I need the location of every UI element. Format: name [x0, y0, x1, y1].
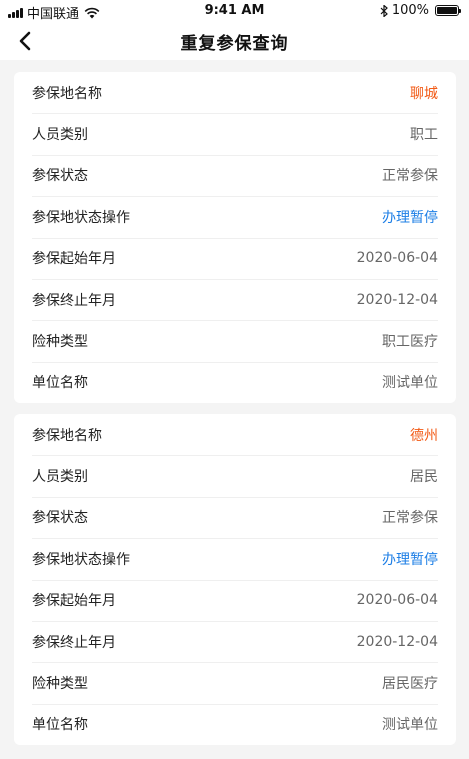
info-row: 单位名称 测试单位: [14, 703, 456, 745]
info-row: 参保地状态操作 办理暂停: [14, 196, 456, 237]
row-label: 险种类型: [32, 334, 88, 351]
row-value: 测试单位: [382, 375, 438, 392]
info-row: 险种类型 居民医疗: [14, 662, 456, 703]
info-row: 人员类别 职工: [14, 113, 456, 154]
status-right: 100%: [380, 3, 461, 18]
row-value: 职工医疗: [382, 334, 438, 351]
info-row: 参保终止年月 2020-12-04: [14, 620, 456, 662]
info-row: 人员类别 居民: [14, 455, 456, 496]
info-row: 单位名称 测试单位: [14, 361, 456, 403]
row-value: 正常参保: [382, 510, 438, 527]
row-value: 测试单位: [382, 717, 438, 734]
info-row: 参保起始年月 2020-06-04: [14, 237, 456, 279]
row-value: 正常参保: [382, 168, 438, 185]
row-value: 2020-06-04: [356, 250, 438, 267]
info-row: 参保地名称 聊城: [14, 72, 456, 113]
nav-bar: 重复参保查询: [0, 22, 469, 60]
bluetooth-icon: [380, 4, 388, 17]
insurance-record-card: 参保地名称 聊城 人员类别 职工 参保状态 正常参保 参保地状态操作 办理暂停 …: [14, 72, 456, 404]
insurance-record-card: 参保地名称 德州 人员类别 居民 参保状态 正常参保 参保地状态操作 办理暂停 …: [14, 414, 456, 746]
info-row: 参保终止年月 2020-12-04: [14, 278, 456, 320]
row-value: 居民医疗: [382, 676, 438, 693]
row-label: 参保地名称: [32, 85, 102, 102]
battery-icon: [435, 5, 461, 16]
row-label: 单位名称: [32, 717, 88, 734]
row-label: 单位名称: [32, 375, 88, 392]
row-value: 2020-06-04: [356, 592, 438, 609]
suspend-action-link[interactable]: 办理暂停: [382, 549, 438, 569]
suspend-action-link[interactable]: 办理暂停: [382, 207, 438, 227]
page-title: 重复参保查询: [180, 34, 289, 54]
row-label: 人员类别: [32, 469, 88, 486]
row-label: 人员类别: [32, 127, 88, 144]
info-row: 险种类型 职工医疗: [14, 320, 456, 361]
row-value: 2020-12-04: [356, 633, 438, 650]
row-label: 参保状态: [32, 510, 88, 527]
info-row: 参保地状态操作 办理暂停: [14, 538, 456, 579]
row-value: 职工: [410, 127, 438, 144]
info-row: 参保状态 正常参保: [14, 496, 456, 538]
screen: 中国联通 9:41 AM 100% 重复参保查询 参保地名称 聊城 人员类别 职…: [0, 0, 469, 759]
row-value: 2020-12-04: [356, 291, 438, 308]
row-label: 参保地名称: [32, 427, 102, 444]
row-label: 险种类型: [32, 676, 88, 693]
info-row: 参保起始年月 2020-06-04: [14, 579, 456, 621]
row-value: 居民: [410, 469, 438, 486]
row-label: 参保起始年月: [32, 251, 116, 268]
info-row: 参保状态 正常参保: [14, 154, 456, 196]
battery-percent: 100%: [391, 3, 429, 18]
info-row: 参保地名称 德州: [14, 414, 456, 455]
row-label: 参保终止年月: [32, 634, 116, 651]
row-label: 参保地状态操作: [32, 209, 130, 226]
row-label: 参保终止年月: [32, 292, 116, 309]
insured-location-value: 德州: [410, 427, 438, 444]
row-label: 参保状态: [32, 168, 88, 185]
status-bar: 中国联通 9:41 AM 100%: [0, 0, 469, 22]
row-label: 参保地状态操作: [32, 551, 130, 568]
row-label: 参保起始年月: [32, 593, 116, 610]
insured-location-value: 聊城: [410, 85, 438, 102]
